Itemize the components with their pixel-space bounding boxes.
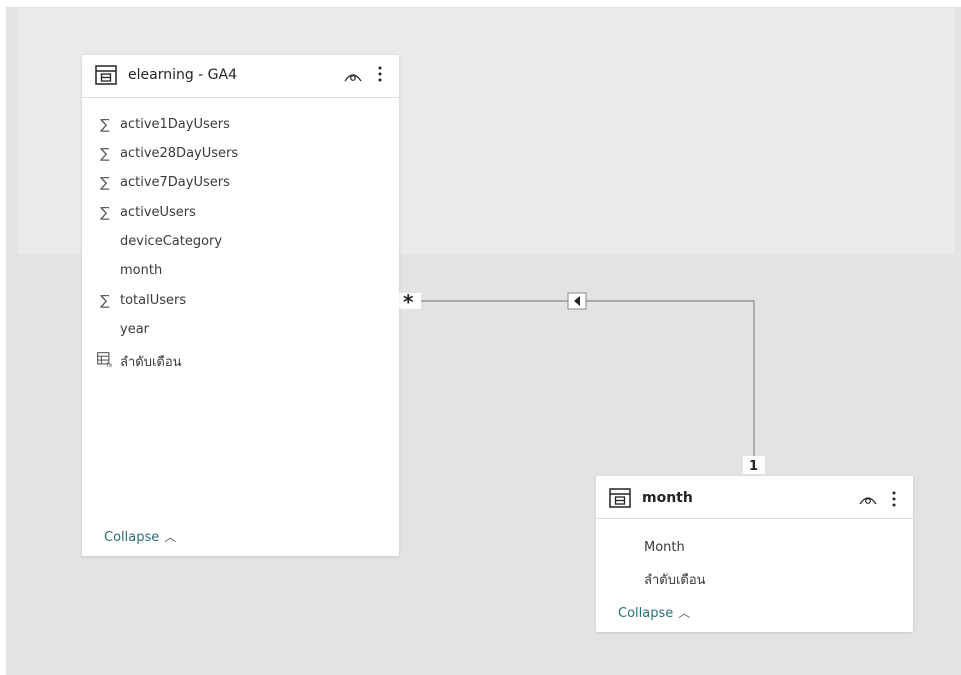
more-options-icon[interactable] xyxy=(891,490,897,508)
table-name: month xyxy=(642,490,693,506)
table-name: elearning - GA4 xyxy=(128,67,238,83)
table-card-header[interactable]: month xyxy=(596,476,913,519)
table-card-month[interactable]: month Month ลำดับเดือน Collapse ︿ xyxy=(596,476,913,632)
collapse-label: Collapse xyxy=(618,606,674,621)
table-icon xyxy=(95,65,117,85)
sigma-icon: ∑ xyxy=(100,146,110,162)
collapse-button[interactable]: Collapse ︿ xyxy=(104,528,176,545)
sigma-icon: ∑ xyxy=(100,175,110,191)
more-options-icon[interactable] xyxy=(377,65,383,83)
table-card-elearning-ga4[interactable]: elearning - GA4 ∑ active1DayUsers ∑ acti… xyxy=(82,55,399,556)
sigma-icon: ∑ xyxy=(100,293,110,309)
cardinality-one: 1 xyxy=(749,459,758,474)
collapse-label: Collapse xyxy=(104,530,160,545)
sigma-icon: ∑ xyxy=(100,205,110,221)
collapse-button[interactable]: Collapse ︿ xyxy=(618,604,690,621)
sigma-icon: ∑ xyxy=(100,117,110,133)
table-icon xyxy=(609,488,631,508)
cardinality-many: * xyxy=(403,290,414,314)
calculated-column-icon: fx xyxy=(97,352,112,367)
chevron-up-icon: ︿ xyxy=(678,606,691,620)
relationship-path[interactable] xyxy=(399,300,755,457)
svg-text:fx: fx xyxy=(106,361,112,367)
chevron-up-icon: ︿ xyxy=(164,530,177,544)
visibility-icon[interactable] xyxy=(859,494,877,506)
table-card-header[interactable]: elearning - GA4 xyxy=(82,55,399,98)
visibility-icon[interactable] xyxy=(344,71,362,83)
